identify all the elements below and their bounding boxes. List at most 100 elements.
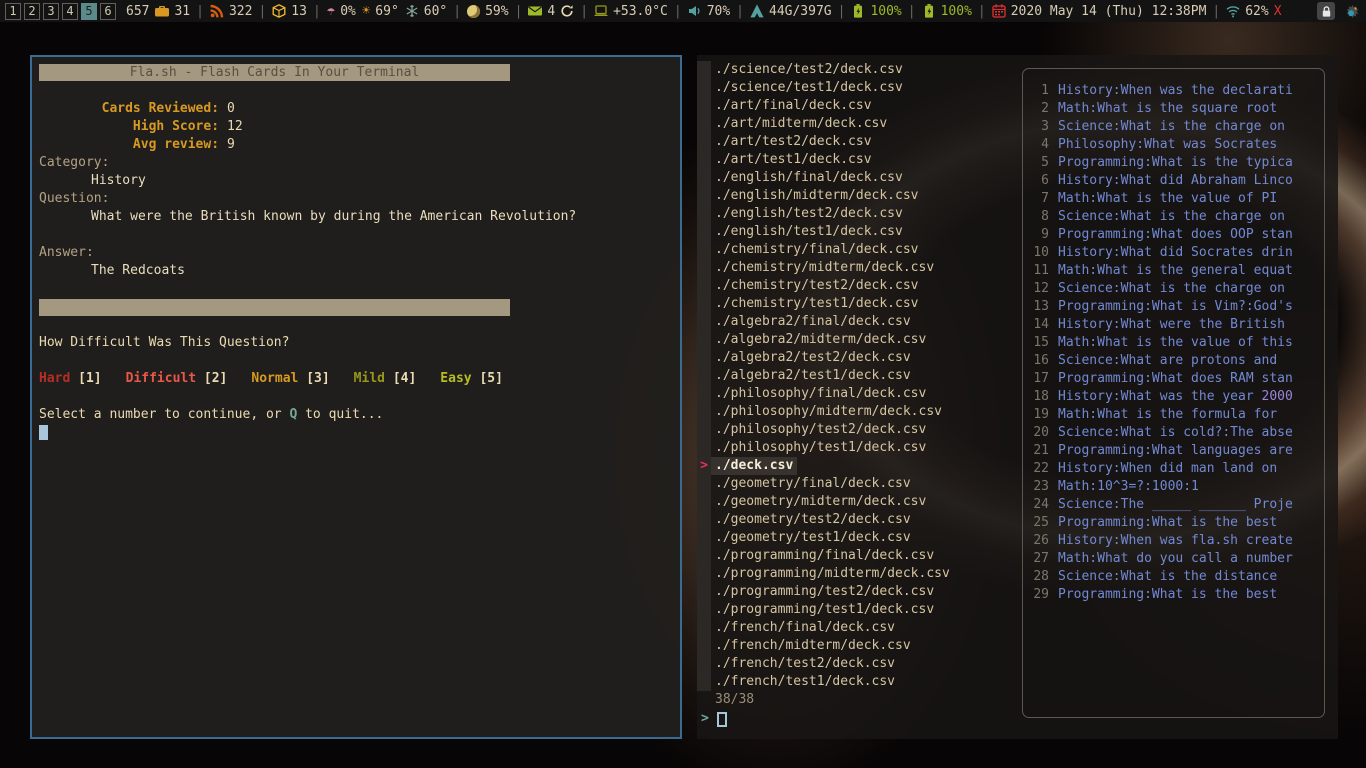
difficulty-option[interactable]: Easy [5]	[440, 370, 503, 388]
preview-line: 6History:What did Abraham Linco	[1023, 172, 1324, 190]
snowflake-icon	[405, 4, 419, 18]
line-number: 6	[1023, 172, 1049, 190]
workspace-button[interactable]: 6	[100, 3, 116, 20]
line-number: 23	[1023, 478, 1049, 496]
file-list-item[interactable]: ./philosophy/test1/deck.csv	[697, 439, 954, 457]
file-list-item[interactable]: ./algebra2/midterm/deck.csv	[697, 331, 954, 349]
file-path: ./deck.csv	[711, 457, 797, 475]
mail-icon	[528, 4, 542, 18]
file-list-item[interactable]: ./french/test2/deck.csv	[697, 655, 954, 673]
fzf-pointer	[697, 241, 711, 259]
line-number: 28	[1023, 568, 1049, 586]
fzf-pointer	[697, 295, 711, 313]
preview-line: 23Math:10^3=?:1000:1	[1023, 478, 1324, 496]
file-path: ./french/test1/deck.csv	[711, 673, 899, 691]
answer-text: The Redcoats	[39, 262, 680, 280]
speaker-icon[interactable]	[688, 4, 702, 18]
file-path: ./algebra2/test2/deck.csv	[711, 349, 915, 367]
difficulty-option[interactable]: Normal [3]	[251, 370, 329, 388]
fzf-pointer	[697, 601, 711, 619]
file-list-item[interactable]: ./programming/test1/deck.csv	[697, 601, 954, 619]
file-list-item[interactable]: ./chemistry/test1/deck.csv	[697, 295, 954, 313]
workspace-button[interactable]: 1	[5, 3, 21, 20]
preview-line: 5Programming:What is the typica	[1023, 154, 1324, 172]
rain-chance: 0%	[340, 4, 356, 19]
workspace-switcher: 123456	[5, 3, 116, 20]
line-number: 21	[1023, 442, 1049, 460]
preview-line: 14History:What were the British	[1023, 316, 1324, 334]
file-list-item[interactable]: ./programming/test2/deck.csv	[697, 583, 954, 601]
fzf-prompt[interactable]: >	[701, 710, 727, 728]
file-list-item[interactable]: ./french/test1/deck.csv	[697, 673, 954, 691]
difficulty-option[interactable]: Mild [4]	[354, 370, 417, 388]
separator: |	[838, 4, 846, 19]
file-path: ./algebra2/final/deck.csv	[711, 313, 915, 331]
mail-module: 4	[528, 4, 574, 19]
file-list-item[interactable]: ./algebra2/test2/deck.csv	[697, 349, 954, 367]
prompt-chevron: >	[701, 710, 709, 728]
file-list-item[interactable]: ./geometry/midterm/deck.csv	[697, 493, 954, 511]
file-list-item[interactable]: ./art/test1/deck.csv	[697, 151, 954, 169]
file-list-item[interactable]: ./philosophy/midterm/deck.csv	[697, 403, 954, 421]
file-list-item[interactable]: ./geometry/test2/deck.csv	[697, 511, 954, 529]
workspace-button[interactable]: 4	[62, 3, 78, 20]
file-list-item[interactable]: ./science/test1/deck.csv	[697, 79, 954, 97]
lock-tray-icon[interactable]	[1317, 2, 1335, 20]
file-list-item[interactable]: ./geometry/test1/deck.csv	[697, 529, 954, 547]
file-list-item[interactable]: ./philosophy/test2/deck.csv	[697, 421, 954, 439]
clock-module: 2020 May 14 (Thu) 12:38PM	[992, 4, 1207, 19]
fzf-pointer	[697, 169, 711, 187]
app-tray-icon[interactable]	[1343, 2, 1361, 20]
file-list-item[interactable]: ./french/final/deck.csv	[697, 619, 954, 637]
fzf-pointer	[697, 277, 711, 295]
line-number: 3	[1023, 118, 1049, 136]
file-path: ./english/test2/deck.csv	[711, 205, 907, 223]
day-temp: 69°	[375, 4, 398, 19]
disk-usage: 44G/397G	[769, 4, 832, 19]
preview-text: History:What were the British	[1058, 316, 1285, 334]
file-list-item[interactable]: ./english/midterm/deck.csv	[697, 187, 954, 205]
file-list-item[interactable]: ./art/final/deck.csv	[697, 97, 954, 115]
file-list-item[interactable]: ./programming/final/deck.csv	[697, 547, 954, 565]
difficulty-option[interactable]: Difficult [2]	[126, 370, 228, 388]
difficulty-option[interactable]: Hard [1]	[39, 370, 102, 388]
file-list-item[interactable]: ./art/test2/deck.csv	[697, 133, 954, 151]
workspace-button[interactable]: 2	[24, 3, 40, 20]
file-path: ./chemistry/test2/deck.csv	[711, 277, 923, 295]
calendar-icon	[992, 4, 1006, 18]
file-list-item[interactable]: ./english/test1/deck.csv	[697, 223, 954, 241]
separator: |	[258, 4, 266, 19]
file-list-item[interactable]: ./english/final/deck.csv	[697, 169, 954, 187]
file-path: ./art/test1/deck.csv	[711, 151, 876, 169]
laptop-icon	[594, 4, 608, 18]
fzf-pointer	[697, 385, 711, 403]
file-list-item[interactable]: ./programming/midterm/deck.csv	[697, 565, 954, 583]
file-list-item[interactable]: ./french/midterm/deck.csv	[697, 637, 954, 655]
file-list-item[interactable]: >./deck.csv	[697, 457, 954, 475]
difficulty-option-key: [5]	[479, 371, 502, 386]
line-number: 5	[1023, 154, 1049, 172]
file-list-item[interactable]: ./algebra2/final/deck.csv	[697, 313, 954, 331]
file-list-item[interactable]: ./english/test2/deck.csv	[697, 205, 954, 223]
file-list-item[interactable]: ./chemistry/test2/deck.csv	[697, 277, 954, 295]
line-number: 4	[1023, 136, 1049, 154]
file-list-item[interactable]: ./chemistry/midterm/deck.csv	[697, 259, 954, 277]
file-list-item[interactable]: ./philosophy/final/deck.csv	[697, 385, 954, 403]
fzf-pointer	[697, 367, 711, 385]
fzf-pointer	[697, 205, 711, 223]
file-list-item[interactable]: ./chemistry/final/deck.csv	[697, 241, 954, 259]
file-list-item[interactable]: ./geometry/final/deck.csv	[697, 475, 954, 493]
refresh-icon[interactable]	[560, 4, 574, 18]
terminal-cursor[interactable]	[39, 425, 48, 440]
fzf-terminal-window: ./science/test2/deck.csv ./science/test1…	[697, 55, 1338, 739]
file-list-item[interactable]: ./art/midterm/deck.csv	[697, 115, 954, 133]
battery2-module: 100%	[922, 4, 972, 19]
file-list-item[interactable]: ./science/test2/deck.csv	[697, 61, 954, 79]
fzf-pointer	[697, 331, 711, 349]
workspace-button[interactable]: 3	[43, 3, 59, 20]
file-list-item[interactable]: ./algebra2/test1/deck.csv	[697, 367, 954, 385]
updates-count: 31	[174, 4, 190, 19]
workspace-button[interactable]: 5	[81, 3, 97, 20]
volume-percent: 70%	[707, 4, 730, 19]
stat-row: Cards Reviewed:0	[39, 82, 680, 100]
